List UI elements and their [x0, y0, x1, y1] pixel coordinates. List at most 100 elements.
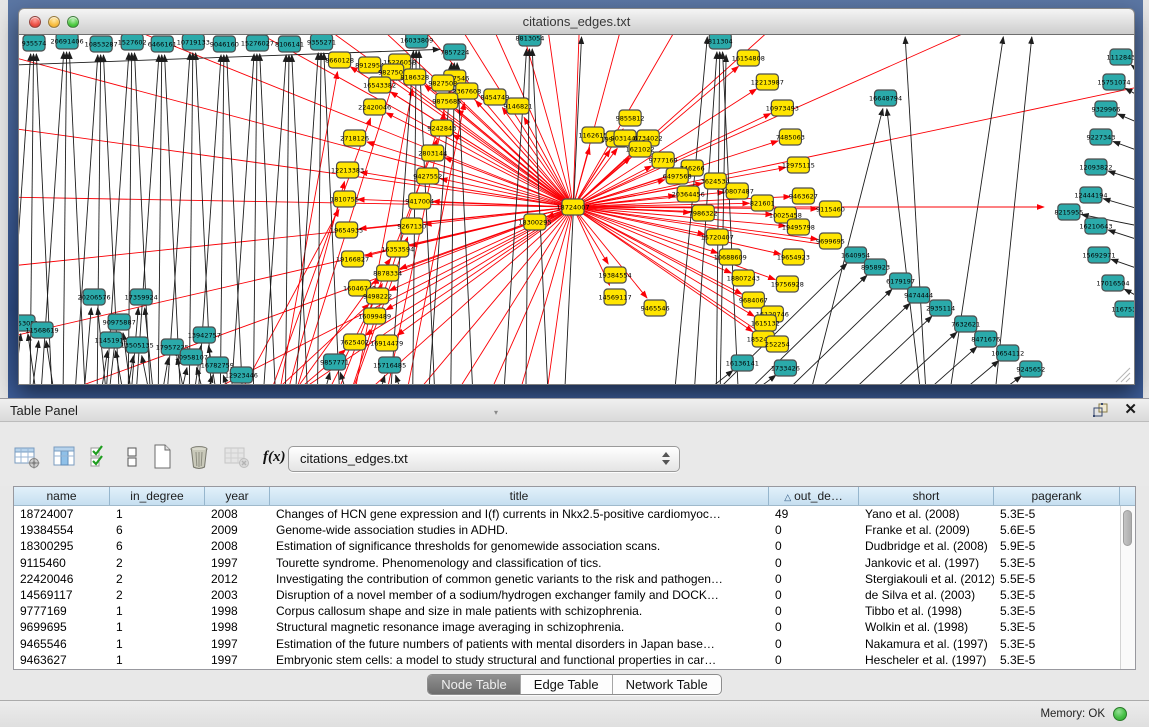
memory-status-indicator[interactable] [1113, 707, 1127, 721]
cell-year[interactable]: 1998 [205, 603, 270, 619]
cell-title[interactable]: Tourette syndrome. Phenomenology and cla… [270, 555, 769, 571]
network-edge[interactable] [704, 370, 733, 384]
cell-year[interactable]: 2003 [205, 587, 270, 603]
function-builder-icon[interactable]: f(x) [263, 449, 286, 466]
cell-name[interactable]: 9115460 [14, 555, 110, 571]
cell-name[interactable]: 9465546 [14, 636, 110, 652]
cell-out_degree[interactable]: 0 [769, 522, 859, 538]
column-header-year[interactable]: year [205, 487, 270, 505]
network-edge[interactable] [19, 40, 573, 207]
network-edge[interactable] [1108, 171, 1134, 181]
cell-title[interactable]: Estimation of the future numbers of pati… [270, 636, 769, 652]
table-row[interactable]: 969969511998Structural magnetic resonanc… [14, 619, 1135, 635]
cell-pagerank[interactable]: 5.6E-5 [994, 522, 1120, 538]
cell-name[interactable]: 18724007 [14, 506, 110, 522]
cell-in_degree[interactable]: 6 [110, 538, 205, 554]
network-edge[interactable] [1131, 65, 1134, 71]
network-edge[interactable] [573, 207, 775, 280]
canvas-resize-grip[interactable] [1126, 378, 1130, 382]
cell-in_degree[interactable]: 1 [110, 603, 205, 619]
table-settings-icon[interactable] [14, 445, 40, 469]
network-edge[interactable] [295, 53, 318, 384]
cell-short[interactable]: Yano et al. (2008) [859, 506, 994, 522]
network-edge[interactable] [165, 55, 181, 384]
cell-out_degree[interactable]: 0 [769, 652, 859, 668]
cell-short[interactable]: Dudbridge et al. (2008) [859, 538, 994, 554]
network-window-titlebar[interactable]: citations_edges.txt [18, 8, 1135, 35]
table-row[interactable]: 1830029562008Estimation of significance … [14, 538, 1135, 554]
cell-year[interactable]: 1998 [205, 619, 270, 635]
network-graph[interactable]: 8660128891295415226058982750381863281654… [19, 35, 1134, 384]
network-edge[interactable] [1124, 289, 1134, 297]
cell-in_degree[interactable]: 2 [110, 555, 205, 571]
cell-title[interactable]: Investigating the contribution of common… [270, 571, 769, 587]
cell-name[interactable]: 9463627 [14, 652, 110, 668]
cell-title[interactable]: Genome-wide association studies in ADHD. [270, 522, 769, 538]
table-row[interactable]: 1938455462009Genome-wide association stu… [14, 522, 1135, 538]
network-edge[interactable] [396, 375, 402, 384]
cell-in_degree[interactable]: 1 [110, 506, 205, 522]
cell-out_degree[interactable]: 49 [769, 506, 859, 522]
network-edge[interactable] [231, 54, 254, 384]
cell-short[interactable]: Wolkin et al. (1998) [859, 619, 994, 635]
cell-short[interactable]: Nakamura et al. (1997) [859, 636, 994, 652]
network-edge[interactable] [457, 109, 573, 207]
cell-pagerank[interactable]: 5.3E-5 [994, 587, 1120, 603]
cell-pagerank[interactable]: 5.5E-5 [994, 571, 1120, 587]
column-header-in_degree[interactable]: in_degree [110, 487, 205, 505]
column-header-name[interactable]: name [14, 487, 110, 505]
cell-out_degree[interactable]: 0 [769, 587, 859, 603]
create-table-icon[interactable] [152, 444, 174, 470]
table-row[interactable]: 946554611997Estimation of the future num… [14, 636, 1135, 652]
cell-short[interactable]: de Silva et al. (2003) [859, 587, 994, 603]
cell-title[interactable]: Disruption of a novel member of a sodium… [270, 587, 769, 603]
network-edge[interactable] [925, 347, 977, 384]
network-edge[interactable] [227, 55, 243, 384]
network-edge[interactable] [451, 63, 454, 384]
network-edge[interactable] [1103, 199, 1134, 209]
network-edge[interactable] [325, 373, 330, 384]
network-edge[interactable] [28, 334, 36, 384]
network-edge[interactable] [142, 356, 149, 384]
cell-out_degree[interactable]: 0 [769, 555, 859, 571]
cell-short[interactable]: Jankovic et al. (1997) [859, 555, 994, 571]
table-row[interactable]: 1456911722003Disruption of a novel membe… [14, 587, 1135, 603]
cell-short[interactable]: Franke et al. (2009) [859, 522, 994, 538]
cell-name[interactable]: 19384554 [14, 522, 110, 538]
network-edge[interactable] [752, 375, 776, 384]
cell-year[interactable]: 2012 [205, 571, 270, 587]
cell-in_degree[interactable]: 1 [110, 652, 205, 668]
cell-year[interactable]: 1997 [205, 555, 270, 571]
row-height-icon[interactable] [125, 445, 139, 469]
select-all-icon[interactable] [90, 445, 112, 469]
cell-name[interactable]: 18300295 [14, 538, 110, 554]
cell-out_degree[interactable]: 0 [769, 619, 859, 635]
cell-name[interactable]: 9699695 [14, 619, 110, 635]
cell-name[interactable]: 22420046 [14, 571, 110, 587]
cell-out_degree[interactable]: 0 [769, 538, 859, 554]
network-edge[interactable] [1118, 114, 1134, 123]
network-canvas[interactable]: 8660128891295415226058982750381863281654… [18, 35, 1135, 385]
cell-out_degree[interactable]: 0 [769, 571, 859, 587]
cell-in_degree[interactable]: 2 [110, 587, 205, 603]
cell-year[interactable]: 2008 [205, 538, 270, 554]
cell-year[interactable]: 2008 [205, 506, 270, 522]
cell-pagerank[interactable]: 5.3E-5 [994, 506, 1120, 522]
network-edge[interactable] [69, 52, 85, 384]
cell-pagerank[interactable]: 5.3E-5 [994, 652, 1120, 668]
network-edge[interactable] [158, 55, 161, 384]
network-edge[interactable] [75, 55, 98, 384]
network-edge[interactable] [850, 316, 932, 384]
tab-network-table[interactable]: Network Table [613, 675, 721, 694]
network-edge[interactable] [128, 53, 131, 384]
network-edge[interactable] [253, 54, 256, 384]
network-edge[interactable] [19, 334, 21, 384]
cell-pagerank[interactable]: 5.3E-5 [994, 555, 1120, 571]
network-edge[interactable] [162, 358, 168, 384]
show-columns-icon[interactable] [53, 445, 77, 469]
column-header-out_degree[interactable]: △out_de… [769, 487, 859, 505]
cell-in_degree[interactable]: 1 [110, 636, 205, 652]
network-edge[interactable] [1108, 230, 1134, 240]
cell-title[interactable]: Structural magnetic resonance image aver… [270, 619, 769, 635]
network-edge[interactable] [32, 341, 39, 384]
